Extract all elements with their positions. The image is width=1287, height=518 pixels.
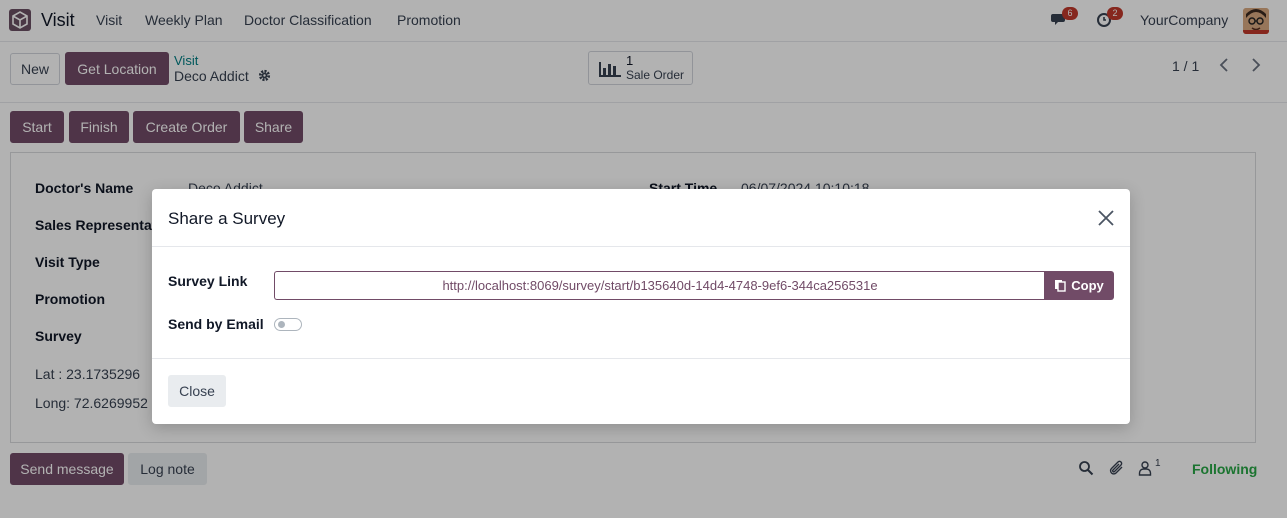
close-icon[interactable] — [1096, 208, 1116, 228]
modal-footer-divider — [152, 358, 1130, 359]
modal-title: Share a Survey — [168, 209, 286, 228]
copy-label: Copy — [1071, 278, 1104, 293]
modal-header-divider — [152, 246, 1130, 247]
share-survey-dialog: Share a Survey Survey Link http://localh… — [152, 189, 1130, 424]
survey-link-field[interactable]: http://localhost:8069/survey/start/b1356… — [274, 271, 1045, 300]
send-by-email-toggle[interactable] — [274, 318, 302, 331]
survey-link-label: Survey Link — [168, 273, 248, 289]
close-button[interactable]: Close — [168, 375, 226, 407]
send-by-email-label: Send by Email — [168, 316, 264, 332]
toggle-knob — [278, 321, 285, 328]
copy-icon — [1055, 280, 1066, 292]
copy-button[interactable]: Copy — [1044, 271, 1114, 300]
